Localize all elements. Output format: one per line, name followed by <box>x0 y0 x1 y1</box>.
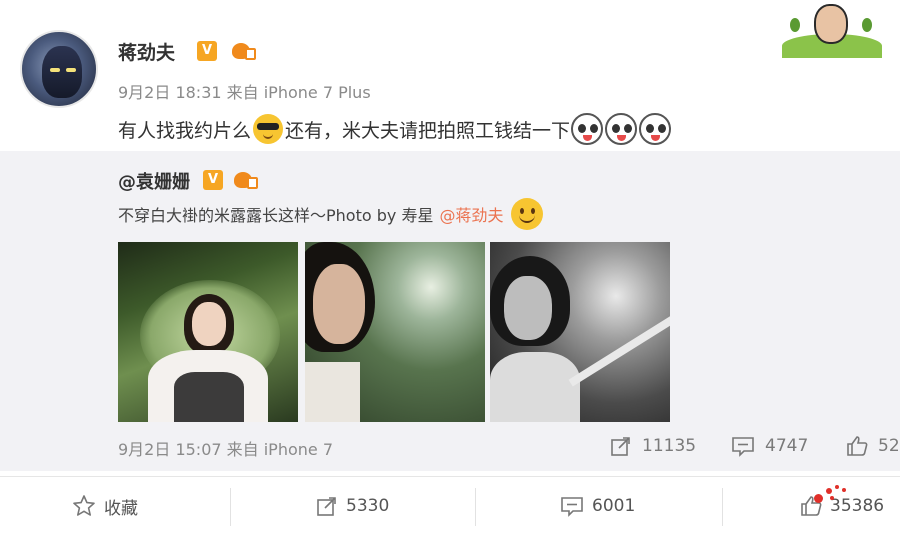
repost-comments[interactable]: 4747 <box>731 433 808 459</box>
like-count: 52 <box>878 436 900 456</box>
repost-photo-2[interactable] <box>305 242 485 422</box>
star-icon <box>73 495 95 516</box>
repost-text-body: 不穿白大褂的米露露长这样～Photo by 寿星 <box>118 206 434 225</box>
verified-icon: V <box>203 170 223 190</box>
repost-reposts[interactable]: 11135 <box>610 433 696 459</box>
action-divider <box>722 488 723 526</box>
comment-count: 4747 <box>765 436 809 456</box>
favorite-button[interactable]: 收藏 <box>72 489 138 523</box>
sunglasses-emoji-icon <box>253 114 284 144</box>
repost-author-name[interactable]: @袁姗姗 <box>118 168 190 194</box>
share-icon <box>611 437 630 456</box>
mention-link[interactable]: @蒋劲夫 <box>439 202 503 226</box>
smile-emoji-icon <box>511 198 544 230</box>
crown-vip-icon[interactable] <box>231 40 257 62</box>
post-text: 有人找我约片么 还有，米大夫请把拍照工钱结一下 <box>118 112 672 146</box>
verified-icon: V <box>197 41 217 61</box>
repost-meta[interactable]: 9月2日 15:07 来自 iPhone 7 <box>118 436 333 460</box>
avatar-eye <box>66 68 76 72</box>
thumbs-up-icon <box>847 436 868 456</box>
repost-likes[interactable]: 52 <box>846 433 900 459</box>
avatar-face <box>42 46 82 98</box>
repost-text: 不穿白大褂的米露露长这样～Photo by 寿星 @蒋劲夫 <box>118 198 544 230</box>
panda-emoji-icon <box>605 113 638 145</box>
author-name[interactable]: 蒋劲夫 <box>118 38 175 65</box>
comment-icon <box>732 437 754 457</box>
repost-count: 11135 <box>642 436 697 456</box>
action-divider <box>230 488 231 526</box>
share-icon <box>317 497 336 516</box>
repost-photo-3[interactable] <box>490 242 670 422</box>
panda-emoji-icon <box>571 113 604 145</box>
post-text-part1: 有人找我约片么 <box>118 119 252 142</box>
avatar-eye <box>50 68 60 72</box>
crown-vip-icon[interactable] <box>233 169 259 191</box>
watermark-dots-icon <box>808 482 850 506</box>
favorite-label: 收藏 <box>104 498 138 519</box>
panda-emoji-icon <box>639 113 672 145</box>
cartoon-badge-icon <box>782 2 882 58</box>
post-text-part2: 还有，米大夫请把拍照工钱结一下 <box>285 119 571 142</box>
comment-icon <box>561 497 583 517</box>
comment-button-count: 6001 <box>592 496 636 516</box>
comment-button[interactable]: 6001 <box>560 489 635 523</box>
repost-photo-1[interactable] <box>118 242 298 422</box>
repost-button[interactable]: 5330 <box>316 489 389 523</box>
repost-button-count: 5330 <box>346 496 390 516</box>
action-divider <box>475 488 476 526</box>
author-avatar[interactable] <box>20 30 98 108</box>
post-meta[interactable]: 9月2日 18:31 来自 iPhone 7 Plus <box>118 79 371 103</box>
